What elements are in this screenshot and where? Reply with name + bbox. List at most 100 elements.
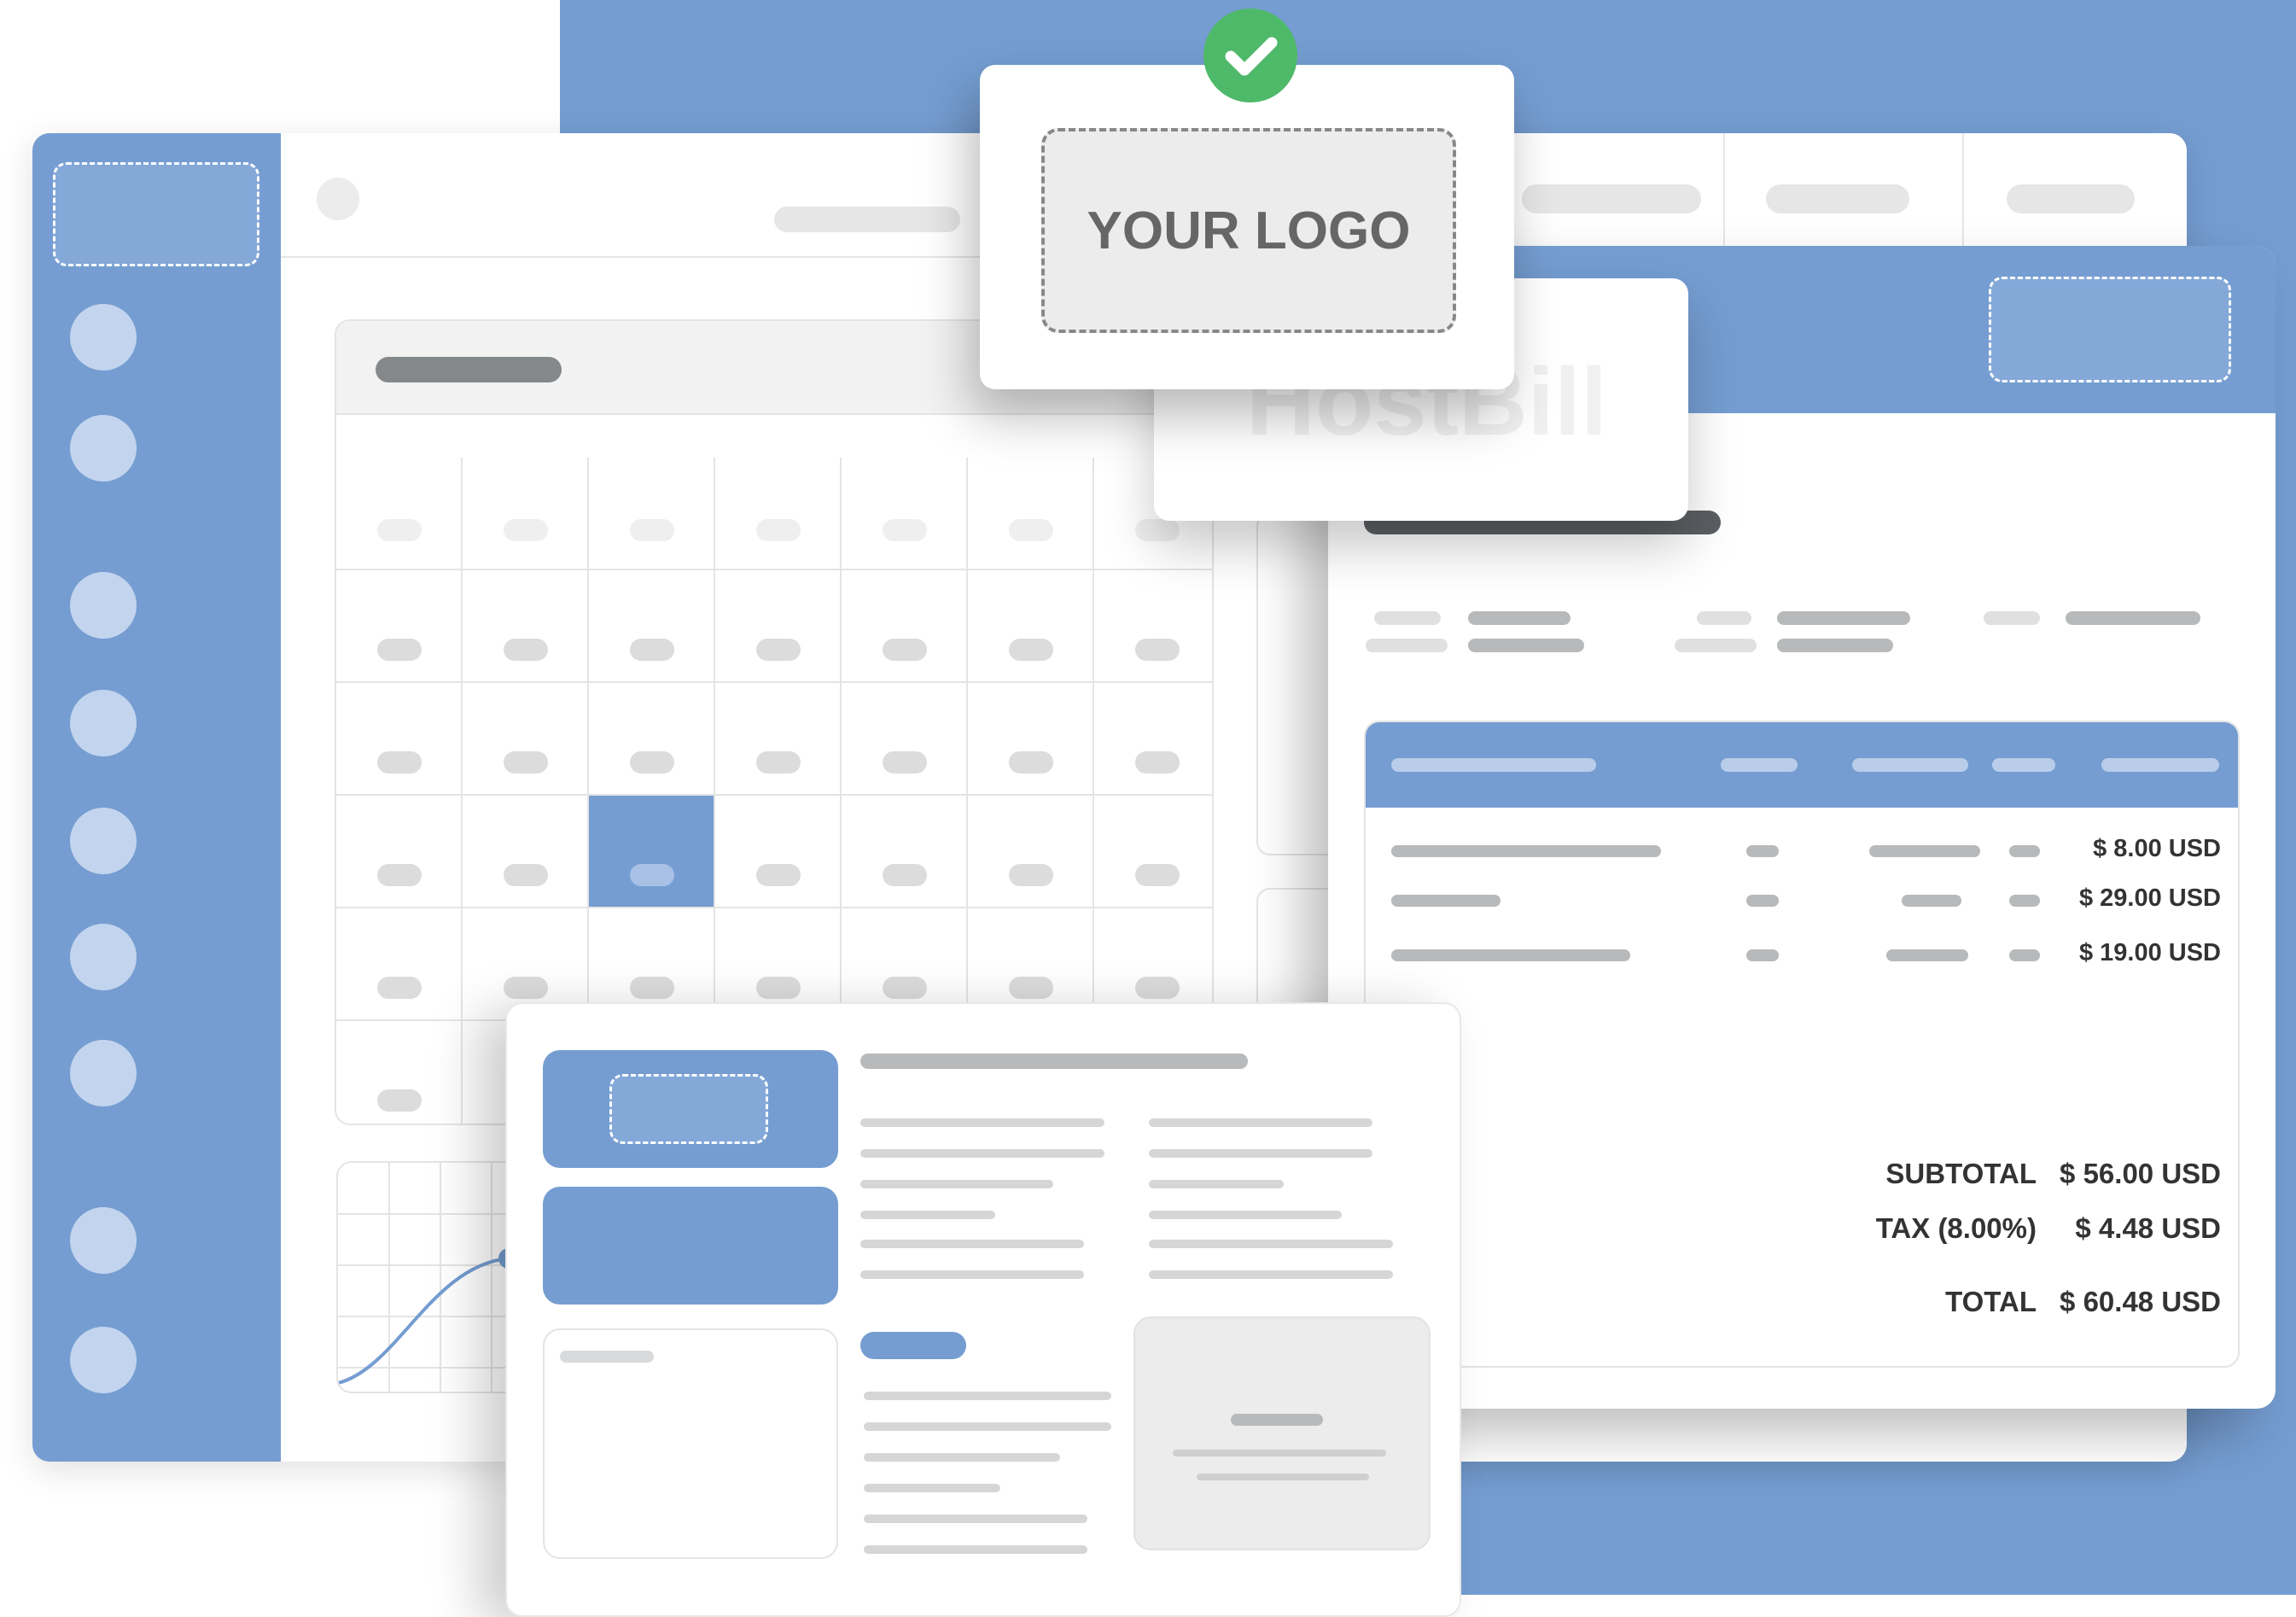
calendar-day-number (1135, 977, 1180, 999)
calendar-day-cell[interactable] (463, 796, 589, 908)
calendar-day-cell[interactable] (715, 570, 842, 683)
calendar-day-cell[interactable] (842, 458, 968, 570)
logo-card: YOUR LOGO (980, 65, 1514, 389)
top-nav-item[interactable] (1766, 184, 1909, 213)
detail-line (1149, 1240, 1393, 1248)
calendar-day-number (377, 1089, 422, 1112)
calendar-day-number (504, 519, 548, 541)
detail-tag[interactable] (860, 1332, 966, 1359)
calendar-day-number (1009, 639, 1053, 661)
calendar-day-cell[interactable] (589, 796, 715, 908)
detail-line (864, 1545, 1087, 1554)
detail-line (860, 1240, 1084, 1248)
detail-line (1149, 1149, 1372, 1158)
sidebar-logo-placeholder (53, 162, 259, 266)
calendar-day-cell[interactable] (1094, 796, 1212, 908)
calendar-day-cell[interactable] (1094, 683, 1212, 796)
calendar-day-cell[interactable] (463, 570, 589, 683)
calendar-day-cell[interactable] (968, 458, 1094, 570)
calendar-day-cell[interactable] (463, 683, 589, 796)
subtotal-label: SUBTOTAL (1885, 1158, 2037, 1189)
calendar-day-cell[interactable] (715, 796, 842, 908)
sidebar (32, 133, 281, 1462)
calendar-day-cell[interactable] (842, 796, 968, 908)
calendar-day-cell[interactable] (589, 458, 715, 570)
calendar-day-cell[interactable] (336, 908, 463, 1021)
invoice-detail (2066, 611, 2200, 625)
line-item-amount: $ 8.00 USD (2093, 835, 2221, 862)
detail-line (864, 1484, 1000, 1492)
line-item-qty (1746, 845, 1779, 857)
line-item-amount: $ 29.00 USD (2078, 884, 2221, 912)
calendar-day-cell[interactable] (968, 570, 1094, 683)
calendar-day-number (377, 751, 422, 773)
total-value: $ 60.48 USD (2060, 1286, 2221, 1317)
invoice-detail (1777, 611, 1910, 625)
avatar[interactable] (317, 178, 359, 220)
calendar-day-number (1009, 864, 1053, 886)
calendar-day-number (377, 977, 422, 999)
calendar-day-cell[interactable] (336, 796, 463, 908)
detail-line (1149, 1270, 1393, 1279)
top-nav-item[interactable] (1522, 184, 1701, 213)
calendar-day-cell[interactable] (589, 683, 715, 796)
detail-logo-tile[interactable] (543, 1050, 838, 1168)
line-item-price (1869, 845, 1980, 857)
detail-line (864, 1515, 1087, 1523)
detail-image-tile[interactable] (543, 1187, 838, 1305)
calendar-day-number (1009, 519, 1053, 541)
calendar-day-cell[interactable] (842, 683, 968, 796)
calendar-day-cell[interactable] (336, 458, 463, 570)
calendar-day-cell[interactable] (968, 683, 1094, 796)
column-header (1721, 758, 1798, 772)
detail-title (860, 1054, 1248, 1069)
calendar-day-number (1009, 977, 1053, 999)
calendar-day-cell[interactable] (842, 570, 968, 683)
invoice-detail (1697, 611, 1751, 625)
logo-placeholder-text: YOUR LOGO (1087, 201, 1411, 260)
calendar-day-cell[interactable] (715, 683, 842, 796)
calendar-day-number (1009, 751, 1053, 773)
subtotal-value: $ 56.00 USD (2060, 1158, 2221, 1189)
detail-line (860, 1118, 1104, 1127)
detail-preview-box (1133, 1316, 1431, 1550)
calendar-day-number (630, 977, 674, 999)
top-nav-divider (1723, 133, 1725, 258)
sidebar-item-7[interactable] (70, 1040, 137, 1106)
preview-line (1173, 1450, 1386, 1456)
top-nav-item[interactable] (2007, 184, 2135, 213)
calendar-day-cell[interactable] (968, 796, 1094, 908)
column-header (1391, 758, 1596, 772)
sidebar-item-3[interactable] (70, 572, 137, 639)
invoice-detail (1468, 611, 1570, 625)
invoice-detail (1374, 611, 1441, 625)
total-label: TOTAL (1945, 1286, 2037, 1317)
line-item-price (1886, 949, 1968, 961)
logo-placeholder[interactable]: YOUR LOGO (1041, 128, 1456, 333)
calendar-day-cell[interactable] (336, 1021, 463, 1124)
calendar-day-cell[interactable] (589, 570, 715, 683)
calendar-day-number (1135, 519, 1180, 541)
sidebar-item-8[interactable] (70, 1207, 137, 1274)
column-header (1992, 758, 2055, 772)
calendar-day-cell[interactable] (336, 570, 463, 683)
calendar-day-number (1135, 864, 1180, 886)
calendar-day-cell[interactable] (1094, 570, 1212, 683)
sidebar-item-1[interactable] (70, 304, 137, 371)
calendar-day-number (630, 519, 674, 541)
sidebar-item-5[interactable] (70, 808, 137, 874)
calendar-day-cell[interactable] (336, 683, 463, 796)
calendar-day-cell[interactable] (463, 458, 589, 570)
sidebar-item-4[interactable] (70, 690, 137, 756)
top-nav-item[interactable] (774, 207, 960, 232)
sidebar-item-6[interactable] (70, 924, 137, 990)
detail-line (860, 1180, 1053, 1188)
calendar-day-cell[interactable] (715, 458, 842, 570)
calendar-day-number (756, 864, 801, 886)
sidebar-item-2[interactable] (70, 415, 137, 482)
calendar-day-number (504, 639, 548, 661)
detail-notes-box (543, 1328, 838, 1559)
line-item-qty (1746, 949, 1779, 961)
sidebar-item-9[interactable] (70, 1327, 137, 1393)
detail-line (860, 1149, 1104, 1158)
